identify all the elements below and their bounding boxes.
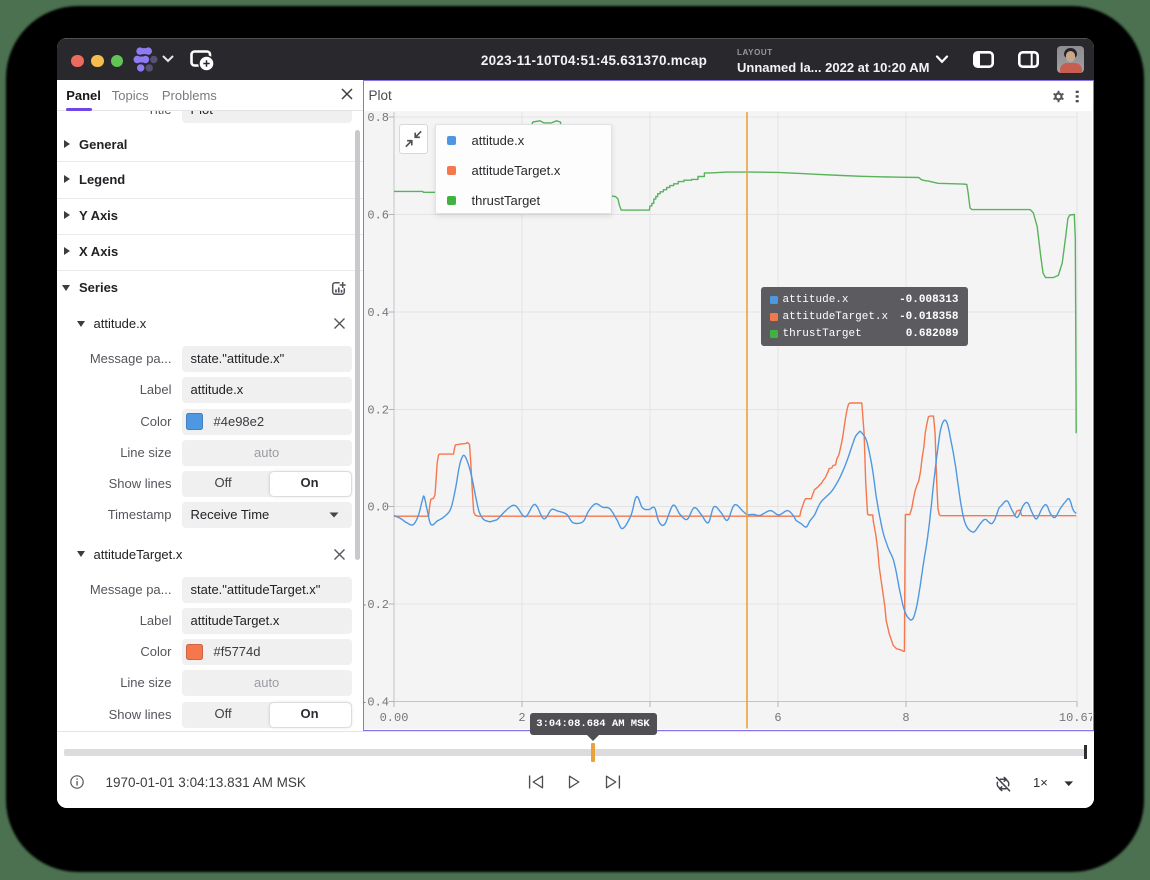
svg-text:8: 8 — [902, 711, 909, 725]
svg-text:6: 6 — [774, 711, 781, 725]
svg-text:2: 2 — [518, 711, 525, 725]
svg-text:10.67: 10.67 — [1058, 711, 1091, 725]
svg-text:0.6: 0.6 — [367, 209, 389, 223]
svg-text:0.00: 0.00 — [379, 711, 408, 725]
svg-text:0.4: 0.4 — [367, 306, 389, 320]
svg-text:0.8: 0.8 — [367, 111, 389, 125]
svg-text:-0.2: -0.2 — [364, 598, 389, 612]
svg-text:0.0: 0.0 — [367, 501, 389, 515]
svg-text:-0.4: -0.4 — [364, 696, 389, 710]
svg-text:0.2: 0.2 — [367, 403, 389, 417]
